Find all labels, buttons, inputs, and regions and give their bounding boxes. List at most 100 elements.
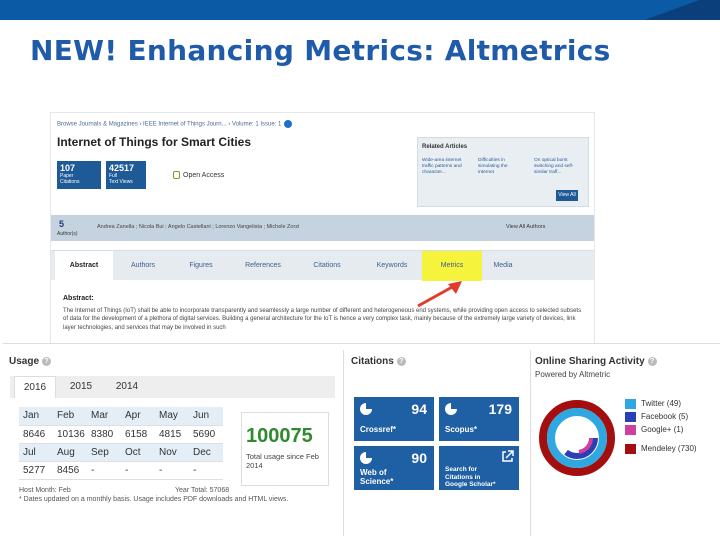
altmetric-donut[interactable] — [535, 396, 619, 480]
total-usage-value: 100075 — [246, 425, 313, 447]
external-link-icon — [502, 450, 514, 462]
pie-icon — [445, 403, 457, 415]
month-header: Jul — [19, 443, 53, 462]
panel-divider — [343, 350, 344, 536]
usage-cell: 8456 — [53, 461, 87, 480]
crossref-citation-box[interactable]: 94 Crossref* — [354, 397, 434, 441]
month-header: May — [155, 407, 189, 426]
usage-heading-text: Usage — [9, 356, 40, 367]
crossref-count: 94 — [411, 401, 427, 417]
authors-bar: 5 Author(s) Andrea Zanella ; Nicola Bui … — [51, 215, 594, 241]
altmetric-powered-by: Powered by Altmetric — [535, 370, 611, 379]
related-article-link[interactable]: Wide-area internet traffic patterns and … — [422, 158, 468, 176]
usage-cell: 10136 — [53, 425, 87, 444]
citations-heading: Citations? — [351, 356, 406, 367]
web-of-science-citation-box[interactable]: 90 Web of Science* — [354, 446, 434, 490]
month-header: Jun — [189, 407, 223, 426]
host-month-label: Host Month: Feb — [19, 487, 71, 494]
tab-media[interactable]: Media — [483, 251, 523, 281]
open-access-badge: Open Access — [173, 171, 224, 179]
year-tab-2016[interactable]: 2016 — [14, 376, 56, 398]
tab-citations[interactable]: Citations — [297, 251, 357, 281]
sharing-heading-text: Online Sharing Activity — [535, 356, 645, 367]
legend-item-mendeley: Mendeley (730) — [625, 443, 697, 456]
related-article-link[interactable]: On optical burst switching and self-simi… — [534, 158, 580, 176]
google-scholar-search-box[interactable]: Search for Citations in Google Scholar* — [439, 446, 519, 490]
open-access-label: Open Access — [183, 171, 225, 179]
usage-cell: 8646 — [19, 425, 53, 444]
usage-table: Jan Feb Mar Apr May Jun 8646 10136 8380 … — [19, 407, 223, 480]
author-count: 5 — [59, 219, 65, 229]
usage-footer: Host Month: Feb Year Total: 57068 * Date… — [19, 486, 319, 504]
slide-top-bar — [0, 0, 720, 20]
author-names[interactable]: Andrea Zanella ; Nicola Bui ; Angelo Cas… — [97, 224, 299, 230]
month-header: Apr — [121, 407, 155, 426]
month-header: Sep — [87, 443, 121, 462]
usage-cell: 4815 — [155, 425, 189, 444]
legend-swatch — [625, 425, 636, 435]
year-tab-2015[interactable]: 2015 — [60, 376, 102, 398]
related-article-link[interactable]: Difficulties in simulating the internet — [478, 158, 524, 176]
scopus-label: Scopus* — [445, 425, 478, 434]
tab-figures[interactable]: Figures — [171, 251, 231, 281]
usage-heading: Usage? — [9, 356, 52, 367]
metrics-panels-screenshot: Usage? 2016 2015 2014 Jan Feb Mar Apr Ma… — [3, 343, 720, 540]
usage-cell: 5277 — [19, 461, 53, 480]
full-text-views-value: 42517 — [109, 163, 135, 173]
help-icon[interactable] — [284, 120, 293, 128]
paper-citations-value: 107 — [60, 163, 76, 173]
help-icon[interactable]: ? — [42, 356, 52, 366]
legend-item-twitter: Twitter (49) — [625, 398, 697, 411]
tab-keywords[interactable]: Keywords — [361, 251, 423, 281]
legend-swatch — [625, 444, 636, 454]
tab-abstract[interactable]: Abstract — [55, 251, 113, 281]
top-bar-accent — [605, 0, 720, 20]
tab-metrics[interactable]: Metrics — [422, 251, 482, 281]
web-of-science-label: Web of Science* — [360, 468, 394, 486]
usage-cell: - — [87, 461, 121, 480]
help-icon[interactable]: ? — [647, 356, 657, 366]
tab-authors[interactable]: Authors — [117, 251, 169, 281]
red-arrow-annotation — [417, 281, 462, 308]
pie-icon — [360, 452, 372, 464]
open-lock-icon — [173, 171, 180, 179]
usage-footnote: * Dates updated on a monthly basis. Usag… — [19, 496, 289, 503]
usage-cell: - — [189, 461, 223, 480]
web-of-science-count: 90 — [411, 450, 427, 466]
legend-label: Twitter (49) — [641, 399, 682, 408]
month-header: Nov — [155, 443, 189, 462]
breadcrumb-text[interactable]: Browse Journals & Magazines › IEEE Inter… — [57, 122, 281, 128]
article-tabs: Abstract Authors Figures References Cita… — [51, 250, 594, 281]
panel-divider — [530, 350, 531, 536]
legend-item-googleplus: Google+ (1) — [625, 424, 697, 437]
usage-cell: - — [121, 461, 155, 480]
help-icon[interactable]: ? — [396, 356, 406, 366]
month-header: Feb — [53, 407, 87, 426]
author-count-label: Author(s) — [57, 231, 78, 237]
full-text-views-box[interactable]: 42517 Full Text Views — [106, 161, 146, 189]
abstract-text: The Internet of Things (IoT) shall be ab… — [63, 308, 582, 331]
view-all-related-button[interactable]: View All — [556, 190, 578, 201]
tab-references[interactable]: References — [233, 251, 293, 281]
paper-citations-box[interactable]: 107 Paper Citations — [57, 161, 101, 189]
abstract-heading: Abstract: — [63, 295, 94, 302]
month-header: Mar — [87, 407, 121, 426]
total-usage-label: Total usage since Feb 2014 — [246, 452, 319, 470]
legend-label: Google+ (1) — [641, 425, 684, 434]
legend-swatch — [625, 399, 636, 409]
year-tab-2014[interactable]: 2014 — [106, 376, 148, 398]
full-text-views-label: Full Text Views — [109, 173, 133, 185]
usage-cell: - — [155, 461, 189, 480]
year-total-label: Year Total: 57068 — [175, 487, 230, 494]
usage-cell: 6158 — [121, 425, 155, 444]
scopus-citation-box[interactable]: 179 Scopus* — [439, 397, 519, 441]
total-usage-box: 100075 Total usage since Feb 2014 — [241, 412, 329, 486]
legend-label: Facebook (5) — [641, 412, 689, 421]
usage-cell: 8380 — [87, 425, 121, 444]
breadcrumb[interactable]: Browse Journals & Magazines › IEEE Inter… — [57, 120, 293, 128]
view-all-authors-link[interactable]: View All Authors — [506, 224, 545, 230]
article-title: Internet of Things for Smart Cities — [57, 135, 252, 149]
legend-label: Mendeley (730) — [641, 444, 697, 453]
month-header: Jan — [19, 407, 53, 426]
legend-item-facebook: Facebook (5) — [625, 411, 697, 424]
